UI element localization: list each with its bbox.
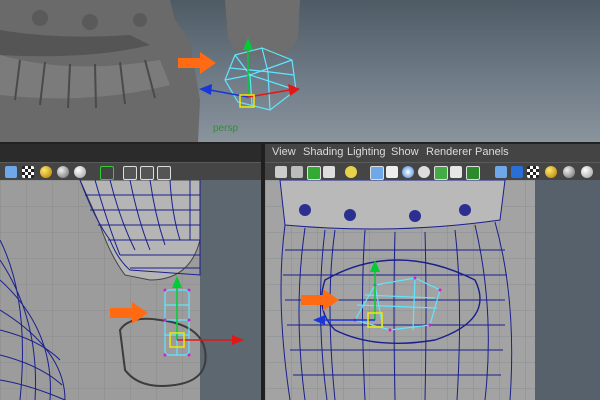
texture-icon[interactable] <box>450 166 462 178</box>
sphere-icon[interactable] <box>402 166 414 178</box>
bulb-icon[interactable] <box>545 166 557 178</box>
perspective-scene <box>0 0 300 142</box>
shaded-sphere-icon[interactable] <box>40 166 52 178</box>
menu-show[interactable]: Show <box>391 146 419 158</box>
right-panel-toolbar <box>265 162 600 181</box>
front-viewport[interactable] <box>265 180 600 400</box>
perspective-viewport[interactable] <box>0 0 600 142</box>
belt-mesh <box>279 180 506 230</box>
front-scene <box>265 180 600 400</box>
camera-label: persp <box>213 123 239 134</box>
bookmark-icon[interactable] <box>307 166 321 180</box>
light-icon[interactable] <box>345 166 357 178</box>
wrist-shaded <box>225 0 300 55</box>
cube-icon[interactable] <box>5 166 17 178</box>
xray-icon[interactable] <box>434 166 448 180</box>
belt-stud <box>82 14 98 30</box>
z-axis-handle[interactable] <box>209 89 249 98</box>
circle-icon[interactable] <box>418 166 430 178</box>
menu-shading[interactable]: Shading <box>303 146 343 158</box>
belt-stud <box>133 13 147 27</box>
selected-cuff-mesh <box>224 47 297 111</box>
copy-icon[interactable] <box>140 166 154 180</box>
grid-icon[interactable] <box>323 166 335 178</box>
checker-icon[interactable] <box>527 166 539 178</box>
shaded-sphere-icon[interactable] <box>563 166 575 178</box>
light-sphere-icon[interactable] <box>74 166 86 178</box>
menu-renderer[interactable]: Renderer <box>426 146 472 158</box>
cube-icon[interactable] <box>495 166 507 178</box>
belt-stud <box>32 10 48 26</box>
background-plane <box>200 180 261 400</box>
node-icon[interactable] <box>157 166 171 180</box>
cube-solid-icon[interactable] <box>511 166 523 178</box>
gray-sphere-icon[interactable] <box>57 166 69 178</box>
background-plane <box>535 180 600 400</box>
film-icon[interactable] <box>291 166 303 178</box>
select-arrow-icon[interactable] <box>100 166 114 180</box>
side-scene <box>0 180 261 400</box>
menu-panels[interactable]: Panels <box>475 146 509 158</box>
menu-lighting[interactable]: Lighting <box>347 146 386 158</box>
cube-outline-icon[interactable] <box>123 166 137 180</box>
menu-view[interactable]: View <box>272 146 296 158</box>
film-strip-icon[interactable] <box>386 166 398 178</box>
panel-menu-bar: View Shading Lighting Show Renderer Pane… <box>265 144 600 162</box>
side-viewport[interactable] <box>0 180 261 400</box>
light-sphere-icon[interactable] <box>581 166 593 178</box>
checker-icon[interactable] <box>22 166 34 178</box>
camera-icon[interactable] <box>275 166 287 178</box>
x-axis-arrow[interactable] <box>288 84 300 96</box>
wireframe-icon[interactable] <box>370 166 384 180</box>
left-panel-toolbar <box>0 162 261 181</box>
z-axis-arrow[interactable] <box>199 84 212 95</box>
text-icon[interactable] <box>466 166 480 180</box>
